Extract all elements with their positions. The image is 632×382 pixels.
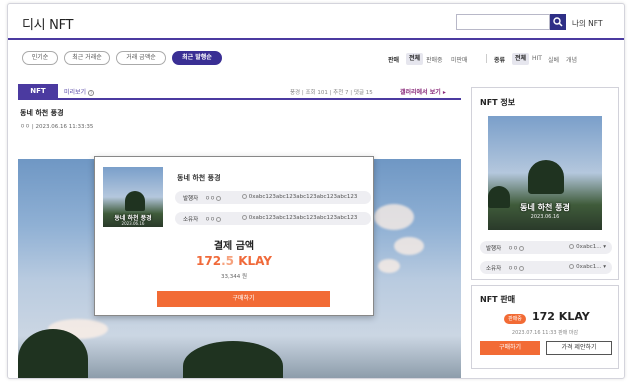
copy-icon[interactable] xyxy=(216,196,222,201)
gallery-link[interactable]: 갤러리에서 보기 ▸ xyxy=(400,87,446,96)
info-owner-address-dropdown[interactable]: 0xabc1... ▾ xyxy=(568,264,606,270)
modal-nft-title: 동네 하천 풍경 xyxy=(177,174,221,182)
search-button[interactable] xyxy=(550,14,566,30)
sale-filter-not-sale[interactable]: 미판매 xyxy=(451,55,468,64)
site-title[interactable]: 디시 NFT xyxy=(22,14,73,33)
type-filter-silbe[interactable]: 실베 xyxy=(548,55,559,64)
page-frame: 디시 NFT 나의 NFT 인기순 최근 거래순 거래 금액순 최근 발행순 판… xyxy=(7,3,625,379)
info-issuer-address-dropdown[interactable]: 0xabc1... ▾ xyxy=(568,244,606,250)
owner-address: 0xabc123abc123abc123abc123abc123 xyxy=(248,215,358,221)
my-nft-link[interactable]: 나의 NFT xyxy=(572,18,603,29)
wallet-icon xyxy=(569,264,575,269)
payment-krw: 33,344 원 xyxy=(220,274,248,280)
nft-info-thumbnail: 동네 하천 풍경 2023.06.16 xyxy=(488,116,602,230)
cloud-shape xyxy=(378,259,400,273)
info-thumb-title: 동네 하천 풍경 xyxy=(520,203,570,212)
info-issuer-name: ㅇㅇ xyxy=(508,246,519,252)
info-owner-name: ㅇㅇ xyxy=(508,266,519,272)
purchase-modal: 동네 하천 풍경 2023.06.16 동네 하천 풍경 발행자 ㅇㅇ 0xab… xyxy=(94,156,374,316)
owner-label: 소유자 xyxy=(183,217,199,223)
wallet-icon xyxy=(569,244,575,249)
sort-recent-issue[interactable]: 최근 발행순 xyxy=(172,51,222,65)
modal-owner-row: 소유자 ㅇㅇ 0xabc123abc123abc123abc123abc123 xyxy=(175,212,371,225)
nft-sale-title: NFT 판매 xyxy=(480,295,516,304)
info-owner-value: ㅇㅇ xyxy=(508,264,525,272)
cloud-shape xyxy=(394,237,424,255)
header: 디시 NFT 나의 NFT xyxy=(8,4,624,40)
search-icon xyxy=(553,17,563,27)
issuer-label: 발행자 xyxy=(183,196,199,202)
modal-buy-button[interactable]: 구매하기 xyxy=(157,291,330,307)
filter-divider xyxy=(486,54,487,63)
amount-dec: .5 xyxy=(221,254,235,268)
nft-info-panel: NFT 정보 동네 하천 풍경 2023.06.16 발행자 ㅇㅇ 0xabc1… xyxy=(471,87,619,280)
sale-filter-label: 판매 xyxy=(388,57,400,64)
amount-unit: KLAY xyxy=(234,254,272,268)
type-filter-all[interactable]: 전체 xyxy=(512,53,530,65)
post-meta: ㅇㅇ | 2023.06.16 11:33:35 xyxy=(20,124,94,130)
info-issuer-address: 0xabc1... ▾ xyxy=(576,244,606,250)
sale-filter-all[interactable]: 전체 xyxy=(406,53,424,65)
info-issuer-label: 발행자 xyxy=(486,246,502,252)
amount-int: 172 xyxy=(196,254,222,268)
sort-trade-amount[interactable]: 거래 금액순 xyxy=(116,51,166,65)
wallet-icon xyxy=(242,194,247,199)
tab-underline xyxy=(18,98,461,100)
price-offer-button[interactable]: 가격 제안하기 xyxy=(546,341,612,355)
help-icon[interactable]: ? xyxy=(88,89,95,96)
issuer-value: ㅇㅇ xyxy=(205,194,222,202)
tab-nft[interactable]: NFT xyxy=(18,84,58,98)
nft-sale-panel: NFT 판매 판매중 172 KLAY 2023.07.16 11:33 판매 … xyxy=(471,285,619,369)
info-thumb-date: 2023.06.16 xyxy=(530,214,560,220)
sort-popular[interactable]: 인기순 xyxy=(22,51,58,65)
tree-silhouette xyxy=(528,160,564,194)
cloud-shape xyxy=(374,204,414,230)
thumb-date: 2023.06.16 xyxy=(121,221,145,226)
payment-amount: 172.5 KLAY xyxy=(95,254,373,268)
copy-icon[interactable] xyxy=(519,246,525,251)
modal-issuer-row: 발행자 ㅇㅇ 0xabc123abc123abc123abc123abc123 xyxy=(175,191,371,204)
sale-filter-on-sale[interactable]: 판매중 xyxy=(426,55,443,64)
tab-preview[interactable]: 미리보기 ? xyxy=(64,87,95,96)
owner-name: ㅇㅇ xyxy=(205,217,216,223)
sale-status-badge: 판매중 xyxy=(504,314,526,324)
type-filter-label: 종류 xyxy=(494,57,506,64)
sale-end-date: 2023.07.16 11:33 판매 마감 xyxy=(511,330,579,336)
copy-icon[interactable] xyxy=(519,266,525,271)
panel-buy-button[interactable]: 구매하기 xyxy=(480,341,540,355)
info-owner-label: 소유자 xyxy=(486,266,502,272)
issuer-address-wrap: 0xabc123abc123abc123abc123abc123 xyxy=(241,194,357,200)
nft-info-title: NFT 정보 xyxy=(480,98,516,107)
type-filter-concept[interactable]: 개념 xyxy=(566,55,577,64)
sort-recent-trade[interactable]: 최근 거래순 xyxy=(64,51,110,65)
owner-address-wrap: 0xabc123abc123abc123abc123abc123 xyxy=(241,215,357,221)
sale-price: 172 KLAY xyxy=(532,310,590,323)
issuer-address: 0xabc123abc123abc123abc123abc123 xyxy=(248,194,358,200)
info-issuer-row: 발행자 ㅇㅇ 0xabc1... ▾ xyxy=(480,241,612,254)
info-issuer-value: ㅇㅇ xyxy=(508,244,525,252)
payment-title: 결제 금액 xyxy=(213,241,255,252)
owner-value: ㅇㅇ xyxy=(205,215,222,223)
post-title: 동네 하천 풍경 xyxy=(20,109,64,117)
type-filter-hit[interactable]: HIT xyxy=(532,55,542,62)
copy-icon[interactable] xyxy=(216,217,222,222)
tree-silhouette xyxy=(183,341,283,378)
tab-preview-label: 미리보기 xyxy=(64,89,87,96)
info-owner-address: 0xabc1... ▾ xyxy=(576,264,606,270)
modal-nft-thumbnail: 동네 하천 풍경 2023.06.16 xyxy=(103,167,163,227)
wallet-icon xyxy=(242,215,247,220)
tree-silhouette xyxy=(125,191,145,211)
issuer-name: ㅇㅇ xyxy=(205,196,216,202)
search-input[interactable] xyxy=(456,14,550,30)
info-owner-row: 소유자 ㅇㅇ 0xabc1... ▾ xyxy=(480,261,612,274)
post-stats: 풍경 | 조회 101 | 추천 7 | 댓글 15 xyxy=(290,90,373,96)
